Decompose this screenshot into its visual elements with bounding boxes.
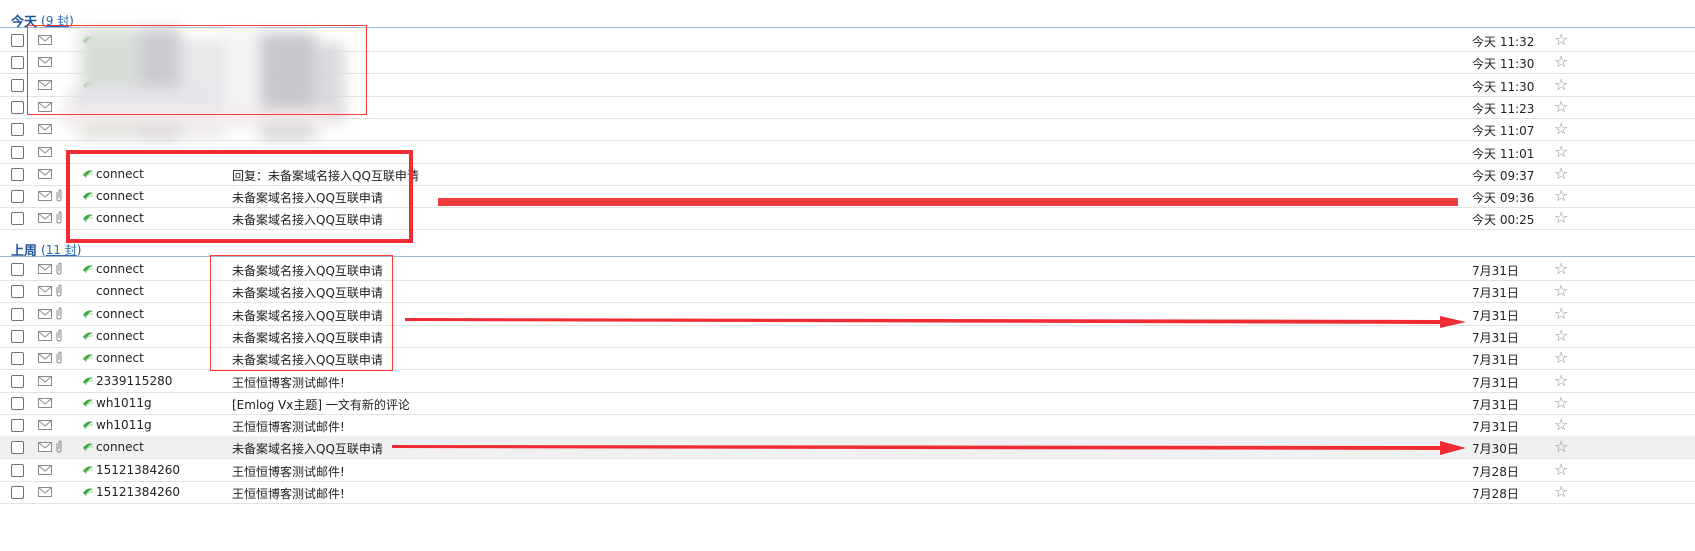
annotation-arrow-2 xyxy=(392,441,1466,455)
annotation-arrows xyxy=(392,316,1466,455)
annotation-arrow-1 xyxy=(405,316,1466,328)
